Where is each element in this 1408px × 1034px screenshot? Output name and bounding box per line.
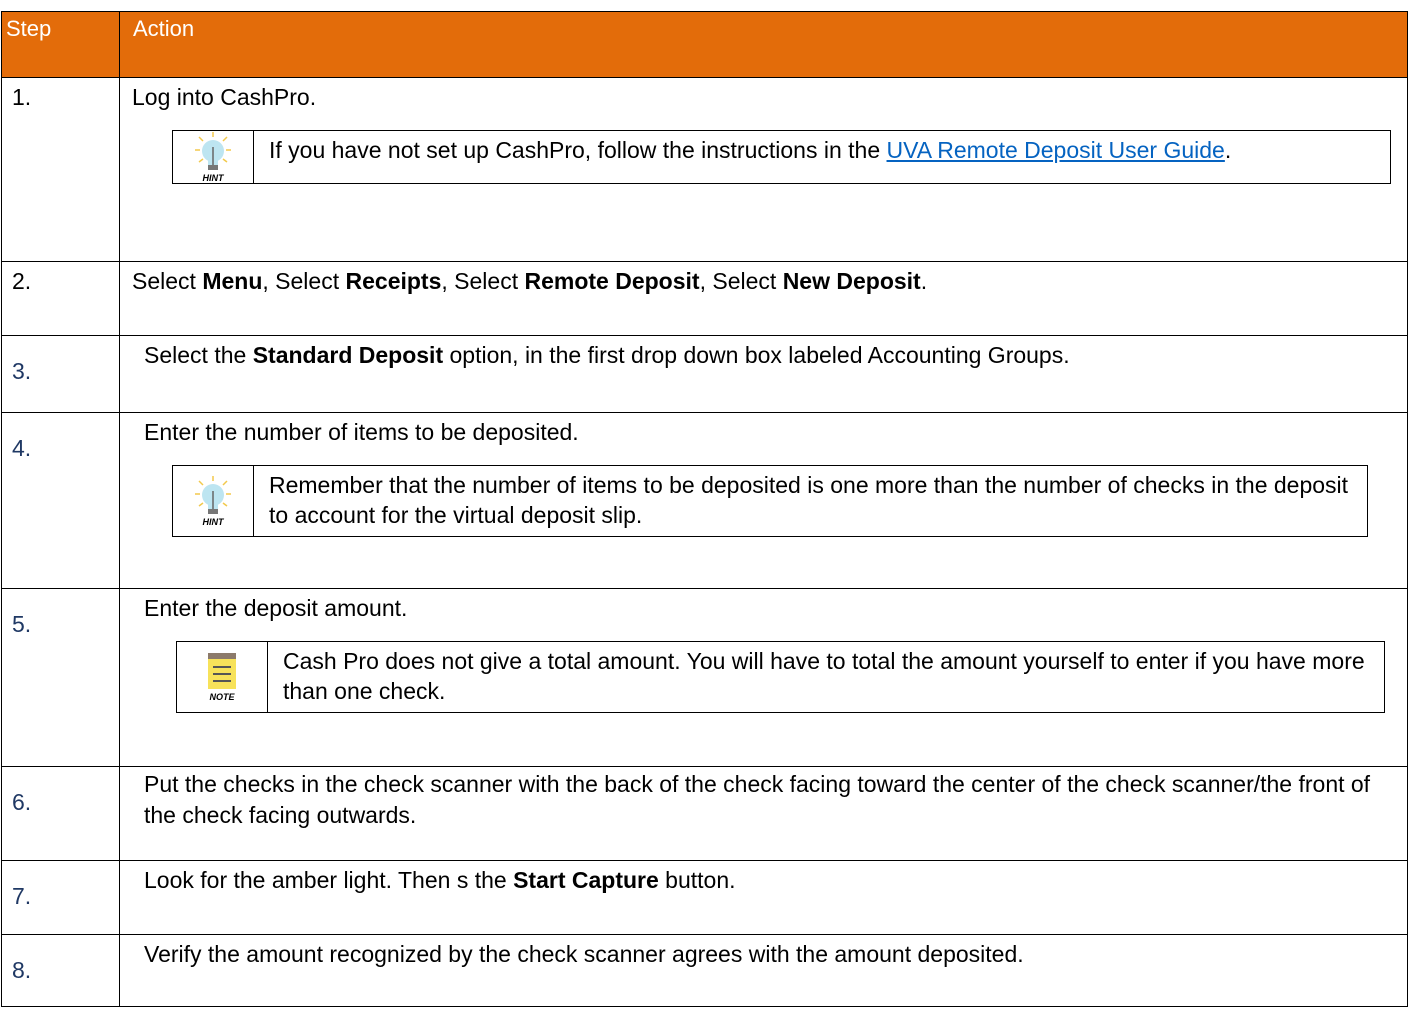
step-action: Look for the amber light. Then s the Sta… — [119, 860, 1408, 935]
step-action: Put the checks in the check scanner with… — [119, 766, 1408, 861]
step-text: Log into CashPro. — [132, 84, 317, 110]
hint-label: HINT — [203, 517, 225, 527]
hint-callout: HINT If you have not set up CashPro, fol… — [172, 130, 1391, 184]
step-row: 6. Put the checks in the check scanner w… — [1, 766, 1408, 861]
step-action: Verify the amount recognized by the chec… — [119, 934, 1408, 1007]
hint-callout: HINT Remember that the number of items t… — [172, 465, 1368, 537]
step-text: Enter the number of items to be deposite… — [144, 419, 579, 445]
step-action: Select Menu, Select Receipts, Select Rem… — [119, 261, 1408, 336]
step-row: 8. Verify the amount recognized by the c… — [1, 934, 1408, 1007]
step-number: 7. — [1, 860, 120, 935]
step-row: 4. Enter the number of items to be depos… — [1, 412, 1408, 589]
steps-table: Step Action 1. Log into CashPro. HINT If… — [1, 11, 1408, 1007]
step-row: 1. Log into CashPro. HINT If you have no… — [1, 77, 1408, 262]
step-number: 2. — [1, 261, 120, 336]
step-number: 5. — [1, 588, 120, 767]
step-number: 3. — [1, 335, 120, 413]
note-pad-icon: NOTE — [177, 642, 268, 712]
step-row: 7. Look for the amber light. Then s the … — [1, 860, 1408, 935]
step-row: 5. Enter the deposit amount. NOTE Cash P… — [1, 588, 1408, 767]
hint-label: HINT — [203, 173, 225, 183]
user-guide-link[interactable]: UVA Remote Deposit User Guide — [887, 137, 1225, 163]
step-text: Enter the deposit amount. — [144, 595, 408, 621]
step-number: 6. — [1, 766, 120, 861]
step-action: Enter the deposit amount. NOTE Cash Pro … — [119, 588, 1408, 767]
note-label: NOTE — [209, 692, 235, 702]
step-number: 4. — [1, 412, 120, 589]
note-text: Cash Pro does not give a total amount. Y… — [283, 648, 1365, 704]
header-step: Step — [1, 11, 120, 78]
note-callout: NOTE Cash Pro does not give a total amou… — [176, 641, 1385, 713]
hint-bulb-icon: HINT — [173, 131, 254, 183]
step-number: 8. — [1, 934, 120, 1007]
header-action: Action — [119, 11, 1408, 78]
hint-bulb-icon: HINT — [173, 466, 254, 536]
step-row: 2. Select Menu, Select Receipts, Select … — [1, 261, 1408, 336]
hint-text: Remember that the number of items to be … — [269, 472, 1349, 528]
step-row: 3. Select the Standard Deposit option, i… — [1, 335, 1408, 413]
step-action: Enter the number of items to be deposite… — [119, 412, 1408, 589]
step-action: Log into CashPro. HINT If you have not s… — [119, 77, 1408, 262]
step-number: 1. — [1, 77, 120, 262]
hint-text: If you have not set up CashPro, follow t… — [269, 137, 1232, 163]
step-action: Select the Standard Deposit option, in t… — [119, 335, 1408, 413]
header-row: Step Action — [1, 11, 1408, 78]
